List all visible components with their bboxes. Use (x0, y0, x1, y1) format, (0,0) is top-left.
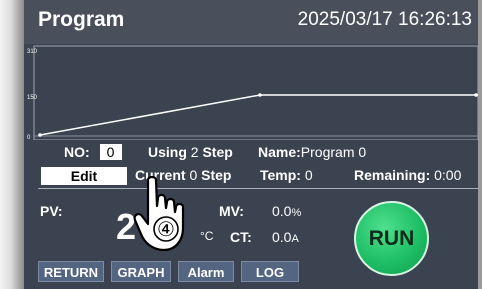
graph-frame (33, 45, 478, 140)
mv-label: MV: (219, 203, 244, 219)
ct-label: CT: (230, 229, 252, 245)
device-bezel-right (478, 0, 482, 289)
remaining-label: Remaining: (354, 167, 431, 183)
temp-value: 0 (304, 167, 313, 183)
y-tick-label: 0 (27, 135, 31, 140)
temperature: Temp: 0 (260, 167, 313, 183)
alarm-button[interactable]: Alarm (178, 261, 234, 282)
title-bar: Program 2025/03/17 16:26:13 (24, 0, 478, 44)
datetime-display: 2025/03/17 16:26:13 (297, 9, 472, 30)
name-label: Name: (258, 144, 301, 160)
program-no-label: NO: (64, 144, 90, 160)
hmi-screen: Program 2025/03/17 16:26:13 310 150 0 NO… (24, 0, 478, 289)
pv-label: PV: (40, 203, 63, 219)
y-tick-label: 150 (27, 95, 38, 101)
y-tick-label: 310 (27, 49, 38, 55)
program-graph-svg: 310 150 0 (27, 45, 478, 140)
ct-value-group: 0.0A (272, 229, 299, 245)
using-steps: Using 2 Step (148, 144, 233, 163)
remaining-value: 0:00 (434, 167, 462, 183)
pv-unit: °C (200, 229, 214, 243)
current-step-label: Step (201, 167, 232, 183)
log-button[interactable]: LOG (241, 261, 299, 282)
remaining-time: Remaining: 0:00 (354, 167, 461, 183)
curve-point (258, 93, 262, 97)
name-value: Program 0 (300, 144, 367, 160)
page-title: Program (38, 8, 125, 31)
program-no-input[interactable]: 0 (99, 144, 122, 160)
temp-label: Temp: (260, 167, 301, 183)
step-label: Step (202, 144, 233, 160)
curve-point (474, 93, 478, 97)
device-bezel-left (0, 0, 24, 289)
ct-unit: A (291, 233, 299, 245)
run-button[interactable]: RUN (354, 201, 429, 276)
graph-button[interactable]: GRAPH (111, 261, 171, 282)
program-name: Name:Program 0 (258, 144, 366, 163)
pointing-hand-icon: ④ (128, 175, 198, 256)
return-button[interactable]: RETURN (38, 261, 104, 282)
mv-value: 0.0 (272, 203, 292, 219)
ct-value: 0.0 (272, 229, 292, 245)
program-graph: 310 150 0 (24, 44, 478, 140)
section-divider (38, 188, 478, 189)
using-label: Using (148, 144, 187, 160)
using-value: 2 (190, 144, 199, 160)
curve-point (38, 133, 42, 137)
program-number: NO: 0 (64, 144, 122, 163)
edit-button[interactable]: Edit (41, 167, 127, 185)
mv-value-group: 0.0% (272, 203, 301, 219)
step-number-annotation: ④ (157, 217, 175, 241)
mv-unit: % (291, 207, 302, 219)
